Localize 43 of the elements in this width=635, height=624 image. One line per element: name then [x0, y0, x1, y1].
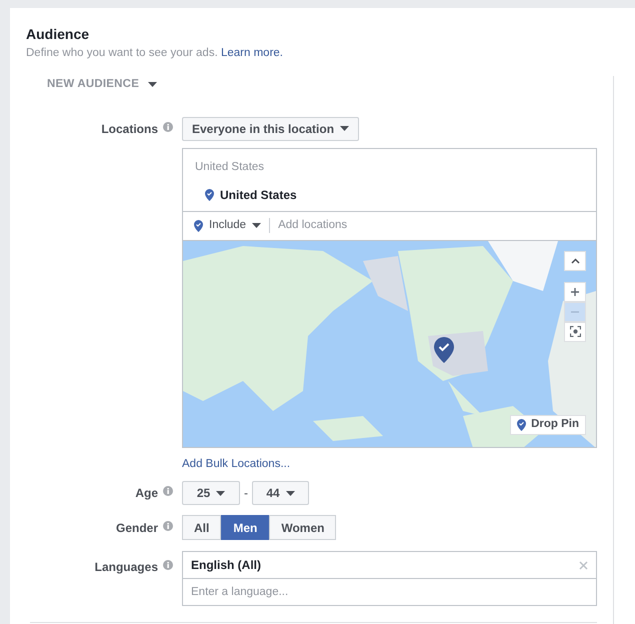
language-input[interactable]: Enter a language... [182, 578, 597, 606]
location-marker-icon [434, 336, 454, 363]
age-separator: - [244, 485, 248, 502]
map-pin-icon [517, 418, 526, 431]
field-label: Locations [101, 120, 158, 138]
minus-icon [571, 310, 579, 313]
age-max-dropdown[interactable]: 44 [252, 481, 309, 505]
close-icon [579, 560, 588, 570]
map-collapse-button[interactable] [564, 250, 586, 271]
map-pin-icon [194, 220, 203, 232]
caret-icon [216, 490, 226, 496]
selected-location: United States [220, 186, 297, 204]
caret-icon [340, 126, 350, 131]
age-min-dropdown[interactable]: 25 [182, 481, 240, 505]
gender-option[interactable]: Men [221, 515, 270, 540]
location-mode-dropdown[interactable]: Everyone in this location [182, 116, 360, 140]
add-bulk-locations-link[interactable]: Add Bulk Locations... [182, 456, 290, 473]
caret-icon [148, 82, 158, 88]
info-icon [163, 486, 173, 496]
field-label: Age [135, 485, 158, 502]
info-icon [163, 560, 173, 570]
section-description: Define who you want to see your ads. Learn more. [26, 46, 284, 61]
info-icon [163, 122, 173, 132]
field-label: Gender [116, 520, 158, 536]
gender-option[interactable]: Women [269, 515, 336, 540]
chevron-up-icon [570, 258, 580, 264]
fit-map-button[interactable] [564, 322, 586, 342]
location-group-heading: United States [194, 160, 266, 174]
focus-icon [570, 326, 580, 338]
gender-option[interactable]: All [182, 515, 222, 540]
info-icon [163, 520, 173, 530]
drop-pin-button[interactable]: Drop Pin [510, 414, 586, 435]
section-title: Audience [26, 26, 90, 42]
field-label: Languages [94, 559, 158, 576]
map-pin-icon [205, 188, 214, 201]
plus-icon [571, 288, 579, 296]
include-dropdown[interactable]: Include [209, 217, 262, 234]
add-locations-input[interactable]: Add locations [278, 217, 596, 234]
learn-more-link[interactable]: Learn more. [220, 47, 283, 59]
caret-icon [252, 223, 262, 228]
zoom-in-button[interactable] [564, 282, 586, 302]
caret-icon [286, 490, 295, 496]
language-tag: English (All) [191, 556, 261, 574]
